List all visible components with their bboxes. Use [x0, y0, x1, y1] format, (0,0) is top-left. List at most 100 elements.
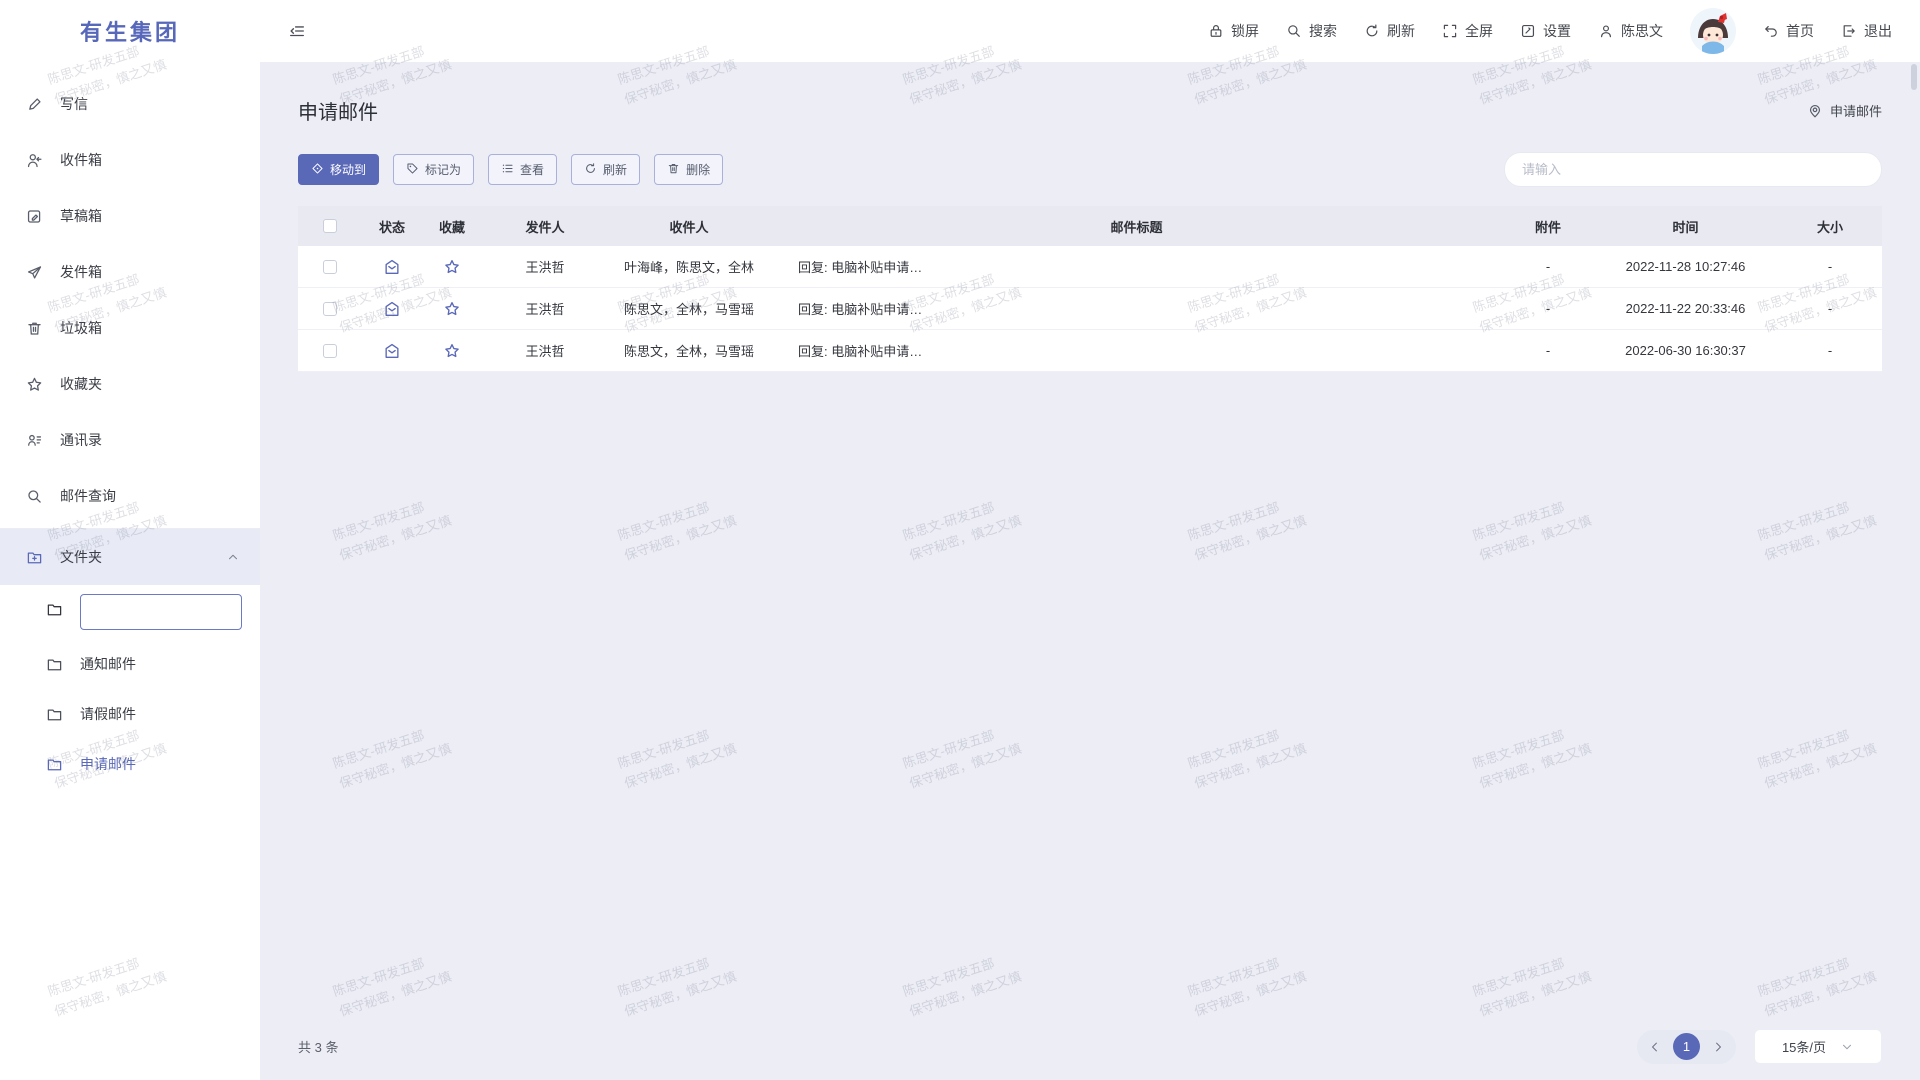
logout-button[interactable]: 退出 — [1841, 21, 1892, 41]
home-button[interactable]: 首页 — [1763, 21, 1814, 41]
sidebar-item-folders[interactable]: 文件夹 — [0, 529, 260, 585]
page-size-value: 15条/页 — [1782, 1037, 1826, 1056]
sidebar-item-label: 垃圾箱 — [60, 318, 102, 338]
chevron-down-icon — [1840, 1040, 1854, 1054]
cell-sender: 王洪哲 — [482, 341, 608, 360]
cell-time: 2022-11-28 10:27:46 — [1593, 259, 1778, 274]
list-icon — [501, 162, 514, 178]
cell-attachment: - — [1503, 301, 1593, 316]
sidebar-item-label: 邮件查询 — [60, 486, 116, 506]
new-folder-row — [0, 585, 260, 639]
sidebar-item-drafts[interactable]: 草稿箱 — [0, 188, 260, 244]
scrollbar-thumb[interactable] — [1911, 64, 1917, 90]
lock-screen-label: 锁屏 — [1231, 21, 1259, 41]
breadcrumb-label: 申请邮件 — [1830, 101, 1882, 120]
search-label: 搜索 — [1309, 21, 1337, 41]
new-folder-input[interactable] — [80, 594, 242, 630]
select-all-checkbox[interactable] — [323, 219, 337, 233]
sidebar-item-trash[interactable]: 垃圾箱 — [0, 300, 260, 356]
contacts-icon — [26, 432, 43, 449]
sidebar-folder-notification[interactable]: 通知邮件 — [0, 639, 260, 689]
cell-sender: 王洪哲 — [482, 299, 608, 318]
prev-page-icon[interactable] — [1646, 1038, 1664, 1056]
row-checkbox[interactable] — [323, 260, 337, 274]
row-checkbox[interactable] — [323, 302, 337, 316]
user-name: 陈思文 — [1621, 21, 1663, 41]
lock-icon — [1208, 23, 1224, 39]
sidebar-item-mail-search[interactable]: 邮件查询 — [0, 468, 260, 524]
mail-open-icon — [383, 300, 401, 318]
sidebar-item-compose[interactable]: 写信 — [0, 76, 260, 132]
cell-subject: 回复: 电脑补贴申请… — [770, 257, 1503, 276]
folder-label: 通知邮件 — [80, 654, 136, 674]
mail-table: 状态 收藏 发件人 收件人 邮件标题 附件 时间 大小 王洪哲 叶海峰，陈思文，… — [298, 206, 1882, 372]
total-count: 共 3 条 — [298, 1037, 338, 1056]
table-row[interactable]: 王洪哲 陈思文，全林，马雪瑶 回复: 电脑补贴申请… - 2022-06-30 … — [298, 330, 1882, 372]
user-icon — [1598, 23, 1614, 39]
table-row[interactable]: 王洪哲 陈思文，全林，马雪瑶 回复: 电脑补贴申请… - 2022-11-22 … — [298, 288, 1882, 330]
sidebar-item-inbox[interactable]: 收件箱 — [0, 132, 260, 188]
home-label: 首页 — [1786, 21, 1814, 41]
search-input[interactable] — [1504, 152, 1882, 187]
favorite-star-icon[interactable] — [443, 258, 461, 276]
user-menu[interactable]: 陈思文 — [1598, 21, 1663, 41]
refresh-button[interactable]: 刷新 — [1364, 21, 1415, 41]
breadcrumb: 申请邮件 — [1807, 101, 1882, 120]
brand-logo: 有生集团 — [0, 0, 260, 62]
star-icon — [26, 376, 43, 393]
fullscreen-icon — [1442, 23, 1458, 39]
cell-time: 2022-11-22 20:33:46 — [1593, 301, 1778, 316]
sidebar-nav: 写信 收件箱 草稿箱 发件箱 垃圾箱 — [0, 62, 260, 789]
mark-as-button[interactable]: 标记为 — [393, 154, 474, 185]
header-time: 时间 — [1593, 217, 1778, 236]
sidebar-item-label: 写信 — [60, 94, 88, 114]
chevron-up-icon[interactable] — [226, 550, 240, 564]
sidebar-folder-application[interactable]: 申请邮件 — [0, 739, 260, 789]
logout-icon — [1841, 23, 1857, 39]
avatar[interactable] — [1690, 8, 1736, 54]
table-row[interactable]: 王洪哲 叶海峰，陈思文，全林 回复: 电脑补贴申请… - 2022-11-28 … — [298, 246, 1882, 288]
menu-fold-icon[interactable] — [288, 22, 306, 40]
cell-size: - — [1778, 343, 1882, 358]
delete-button[interactable]: 删除 — [654, 154, 723, 185]
favorite-star-icon[interactable] — [443, 342, 461, 360]
folder-icon — [46, 656, 63, 673]
mail-open-icon — [383, 342, 401, 360]
fullscreen-button[interactable]: 全屏 — [1442, 21, 1493, 41]
favorite-star-icon[interactable] — [443, 300, 461, 318]
current-page[interactable]: 1 — [1673, 1033, 1700, 1060]
sidebar-item-label: 文件夹 — [60, 547, 102, 567]
row-checkbox[interactable] — [323, 344, 337, 358]
folder-icon — [46, 601, 63, 623]
page-title: 申请邮件 — [298, 96, 378, 125]
sidebar-item-favorites[interactable]: 收藏夹 — [0, 356, 260, 412]
cell-recipients: 叶海峰，陈思文，全林 — [608, 257, 770, 276]
refresh-list-button[interactable]: 刷新 — [571, 154, 640, 185]
send-icon — [26, 264, 43, 281]
next-page-icon[interactable] — [1709, 1038, 1727, 1056]
return-home-icon — [1763, 23, 1779, 39]
sidebar-item-sent[interactable]: 发件箱 — [0, 244, 260, 300]
topbar: 锁屏 搜索 刷新 全屏 设置 — [260, 0, 1920, 62]
move-to-button[interactable]: 移动到 — [298, 154, 379, 185]
sidebar-item-contacts[interactable]: 通讯录 — [0, 412, 260, 468]
view-button[interactable]: 查看 — [488, 154, 557, 185]
cell-subject: 回复: 电脑补贴申请… — [770, 341, 1503, 360]
sidebar-folder-leave[interactable]: 请假邮件 — [0, 689, 260, 739]
cell-attachment: - — [1503, 259, 1593, 274]
page-size-select[interactable]: 15条/页 — [1754, 1029, 1882, 1064]
search-button[interactable]: 搜索 — [1286, 21, 1337, 41]
cell-subject: 回复: 电脑补贴申请… — [770, 299, 1503, 318]
refresh-icon — [1364, 23, 1380, 39]
folder-label: 请假邮件 — [80, 704, 136, 724]
refresh-icon — [584, 162, 597, 178]
search-icon — [1286, 23, 1302, 39]
topbar-actions: 锁屏 搜索 刷新 全屏 设置 — [1208, 8, 1892, 54]
location-pin-icon — [1807, 103, 1823, 119]
inbox-user-icon — [26, 152, 43, 169]
header-status: 状态 — [362, 217, 422, 236]
draft-icon — [26, 208, 43, 225]
settings-icon — [1520, 23, 1536, 39]
settings-button[interactable]: 设置 — [1520, 21, 1571, 41]
lock-screen-button[interactable]: 锁屏 — [1208, 21, 1259, 41]
